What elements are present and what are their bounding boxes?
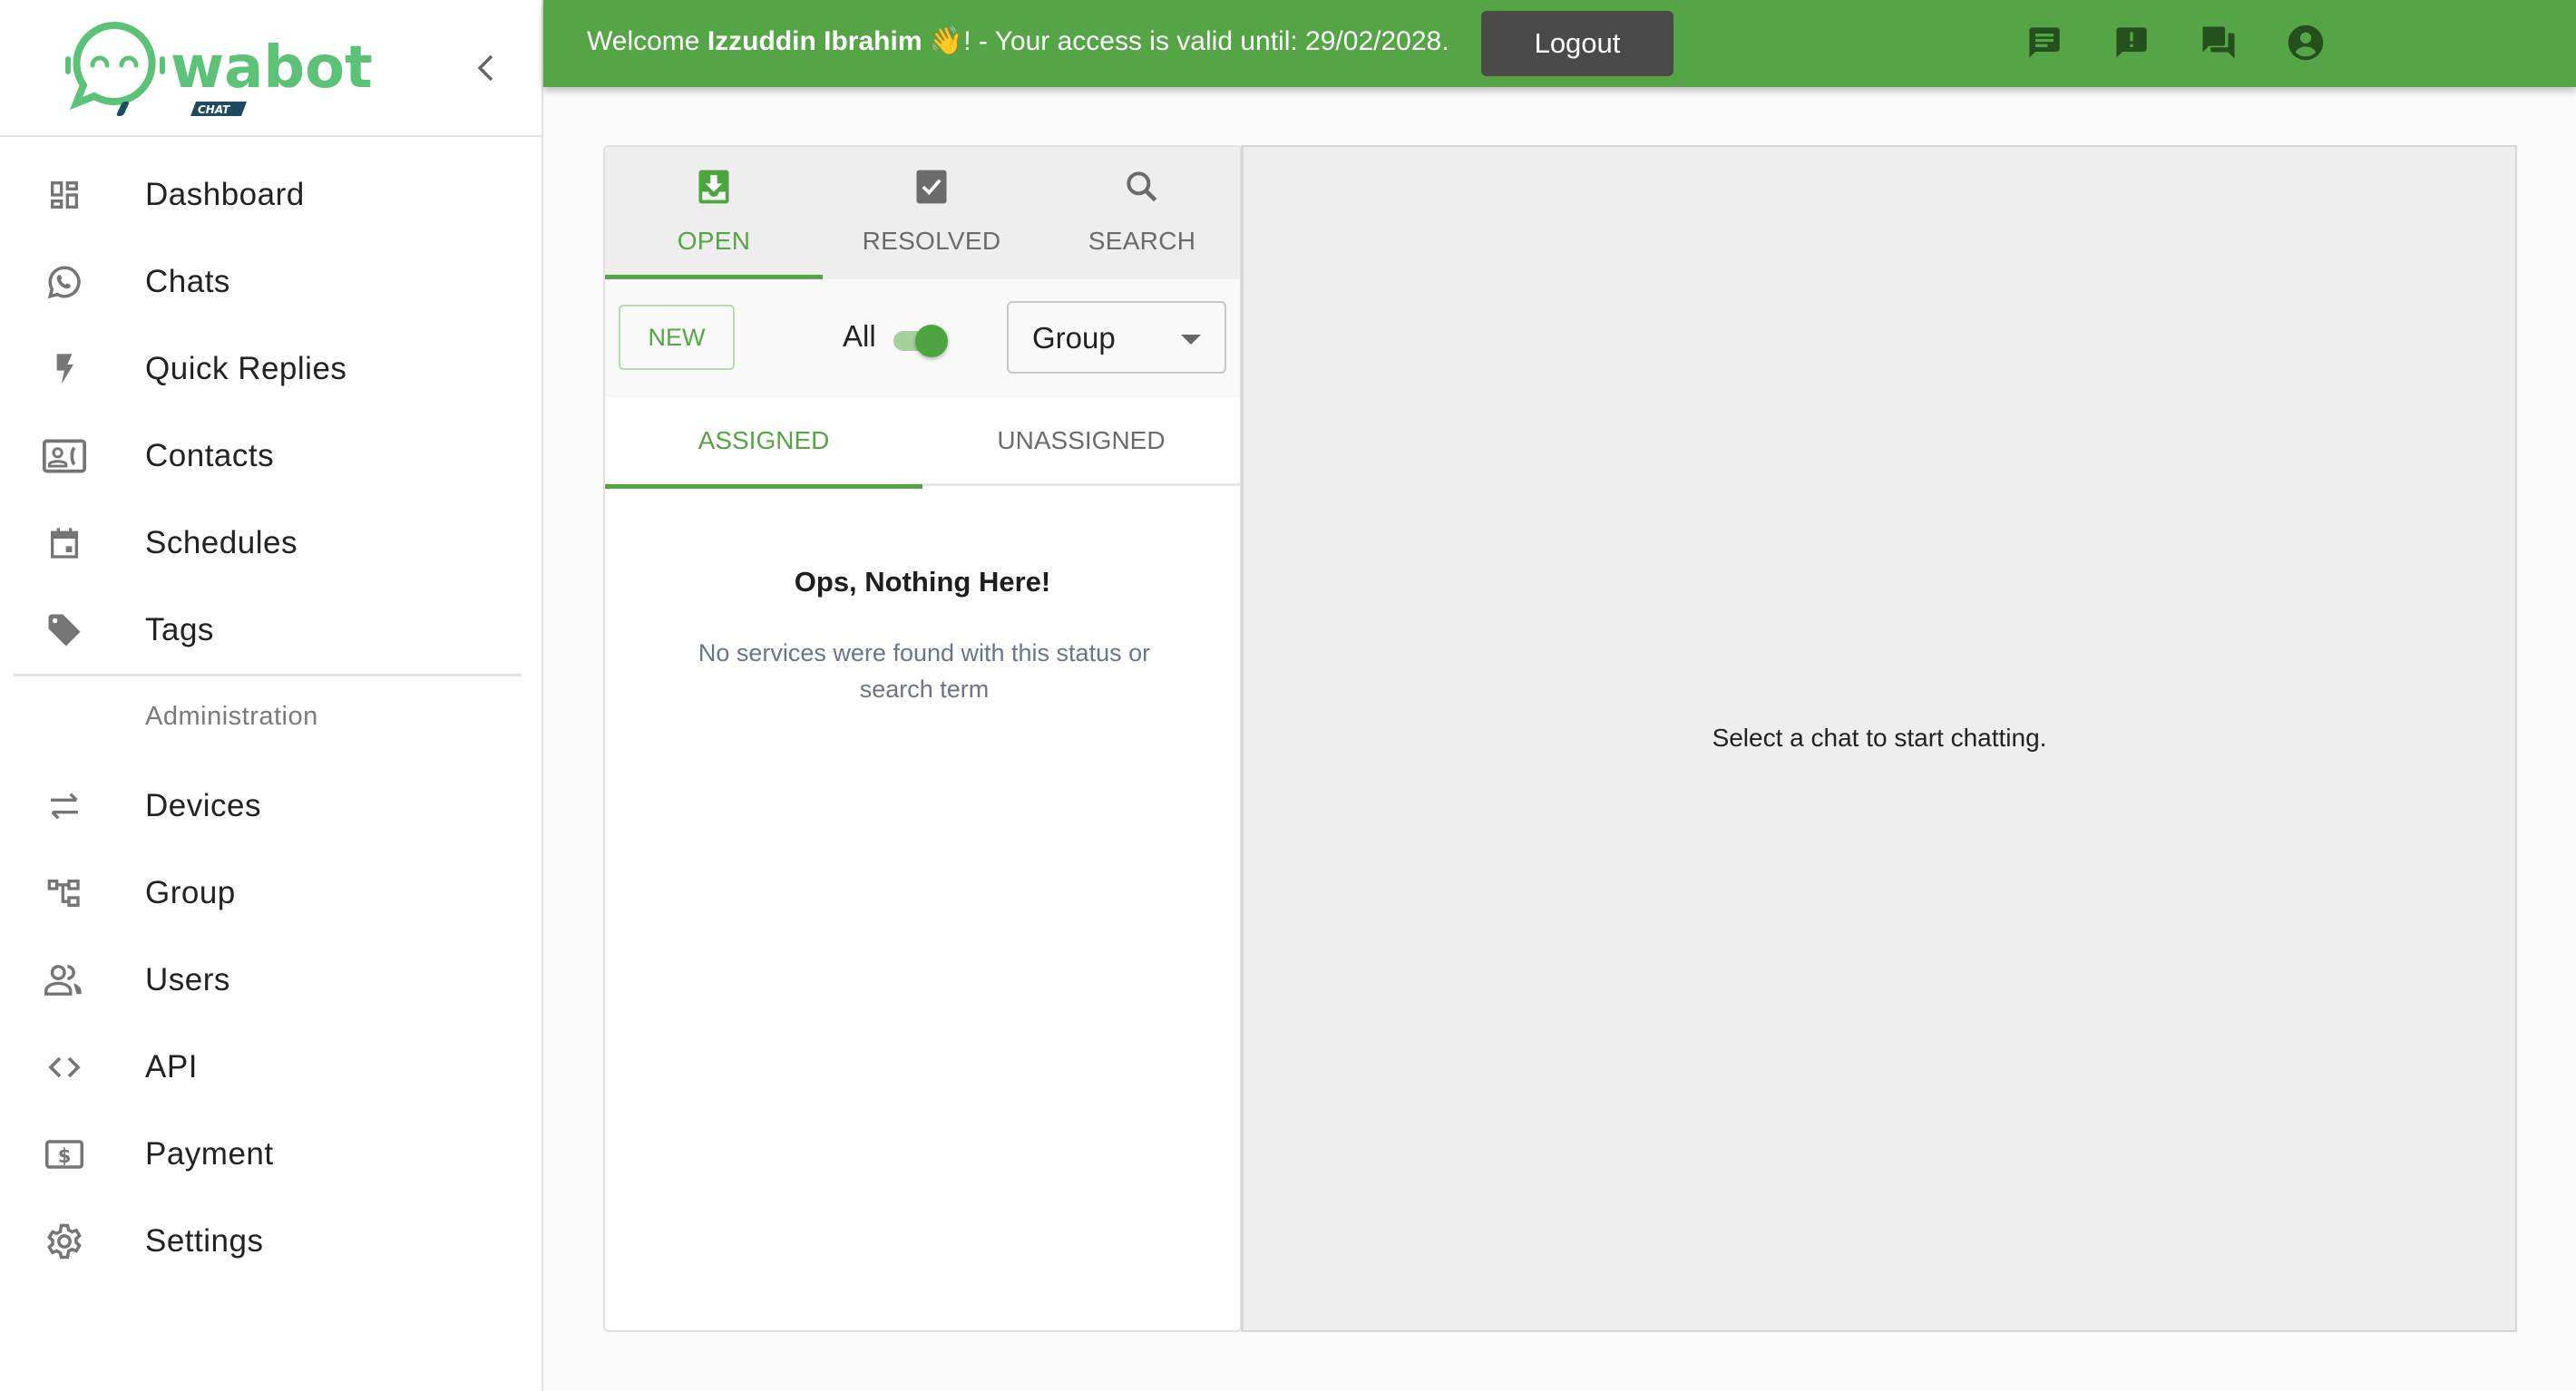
tab-label: SEARCH [1088,227,1196,255]
sidebar-item-label: Schedules [145,525,298,560]
svg-text:$: $ [58,1145,72,1167]
account-button[interactable] [2283,20,2328,65]
tab-label: OPEN [677,227,751,255]
access-validity: ! - Your access is valid until: 29/02/20… [963,26,1449,56]
swap-arrows-icon [40,782,89,831]
sidebar-divider [14,674,522,676]
code-icon [40,1043,89,1092]
tab-label: RESOLVED [862,227,1001,255]
top-bar: Welcome Izzuddin Ibrahim 👋! - Your acces… [543,0,2576,87]
logo-sub: CHAT [198,103,230,116]
sidebar-item-devices[interactable]: Devices [0,765,542,847]
chevron-left-icon [477,54,493,82]
status-tabs: OPEN RESOLVED SEARCH [605,147,1240,279]
sidebar-item-label: API [145,1049,198,1085]
welcome-message: Welcome Izzuddin Ibrahim 👋! - Your acces… [587,25,1449,57]
users-icon [40,956,89,1005]
feedback-button[interactable] [2109,20,2154,65]
sidebar-item-tags[interactable]: Tags [0,589,542,671]
sidebar-item-contacts[interactable]: Contacts [0,415,542,497]
group-select-value: Group [1032,321,1116,355]
wave-emoji: 👋 [929,26,964,56]
tickets-toolbar: NEW All Group [605,279,1240,397]
assignment-tabs: ASSIGNED UNASSIGNED [605,397,1240,489]
tag-icon [40,606,89,655]
tab-label: UNASSIGNED [997,426,1166,454]
dashboard-icon [40,170,89,219]
sidebar-item-chats[interactable]: Chats [0,241,542,323]
toggle-thumb [915,325,948,357]
sidebar-section-title: Administration [145,702,318,731]
sidebar-collapse-button[interactable] [467,45,503,91]
all-toggle-label: All [843,319,876,353]
message-button[interactable] [2022,20,2067,65]
tickets-panel: OPEN RESOLVED SEARCH NEW All Group ASSIG… [603,145,1242,1332]
calendar-icon [40,519,89,568]
chat-panel: Select a chat to start chatting. [1241,145,2517,1332]
tab-search[interactable]: SEARCH [1040,147,1240,279]
sidebar-item-schedules[interactable]: Schedules [0,502,542,584]
tab-assigned[interactable]: ASSIGNED [605,397,922,489]
gear-icon [40,1217,89,1266]
contact-card-icon [40,432,89,481]
logo-area: wabot CHAT [0,0,542,137]
caret-down-icon [1181,335,1201,345]
forum-icon [2202,26,2235,59]
message-icon [2029,27,2060,58]
sidebar-item-label: Tags [145,612,214,647]
forum-button[interactable] [2196,20,2241,65]
sidebar-item-label: Group [145,875,236,910]
logout-button[interactable]: Logout [1481,11,1673,76]
feedback-icon [2116,27,2147,58]
welcome-prefix: Welcome [587,26,707,56]
logo-wordmark: wabot [171,34,373,102]
sidebar-item-label: Devices [145,788,261,823]
tab-label: ASSIGNED [698,426,830,454]
sidebar-item-group[interactable]: Group [0,852,542,934]
flash-icon [40,345,89,394]
chat-placeholder-text: Select a chat to start chatting. [1712,724,2047,752]
sidebar-item-payment[interactable]: $ Payment [0,1114,542,1195]
tab-open[interactable]: OPEN [605,147,823,279]
sidebar-item-label: Users [145,962,230,997]
sidebar-item-settings[interactable]: Settings [0,1201,542,1282]
tab-unassigned[interactable]: UNASSIGNED [922,397,1240,486]
empty-state-title: Ops, Nothing Here! [794,566,1051,598]
all-toggle[interactable] [893,323,948,357]
sidebar-item-quick-replies[interactable]: Quick Replies [0,328,542,410]
sidebar-item-label: Quick Replies [145,351,347,386]
tab-resolved[interactable]: RESOLVED [823,147,1040,279]
sidebar-item-label: Payment [145,1136,274,1172]
account-circle-icon [2288,24,2324,61]
sidebar-item-api[interactable]: API [0,1026,542,1108]
sidebar-item-label: Chats [145,264,230,299]
whatsapp-icon [40,258,89,306]
inbox-download-icon [698,170,729,204]
user-name: Izzuddin Ibrahim [707,26,922,56]
dollar-icon: $ [40,1130,89,1179]
group-select[interactable]: Group [1007,301,1226,374]
sidebar-item-label: Contacts [145,438,275,473]
sidebar-item-label: Settings [145,1223,264,1259]
new-ticket-button[interactable]: NEW [619,305,735,370]
checkbox-icon [916,170,947,204]
sidebar-item-label: Dashboard [145,177,305,212]
sidebar: wabot CHAT Dashboard Chats Quick Replies… [0,0,543,1391]
search-icon [1127,171,1157,202]
sidebar-item-users[interactable]: Users [0,939,542,1021]
hierarchy-icon [40,869,89,918]
wabot-logo: wabot CHAT [65,21,373,116]
empty-state-description: No services were found with this status … [698,639,1151,703]
sidebar-item-dashboard[interactable]: Dashboard [0,154,542,236]
